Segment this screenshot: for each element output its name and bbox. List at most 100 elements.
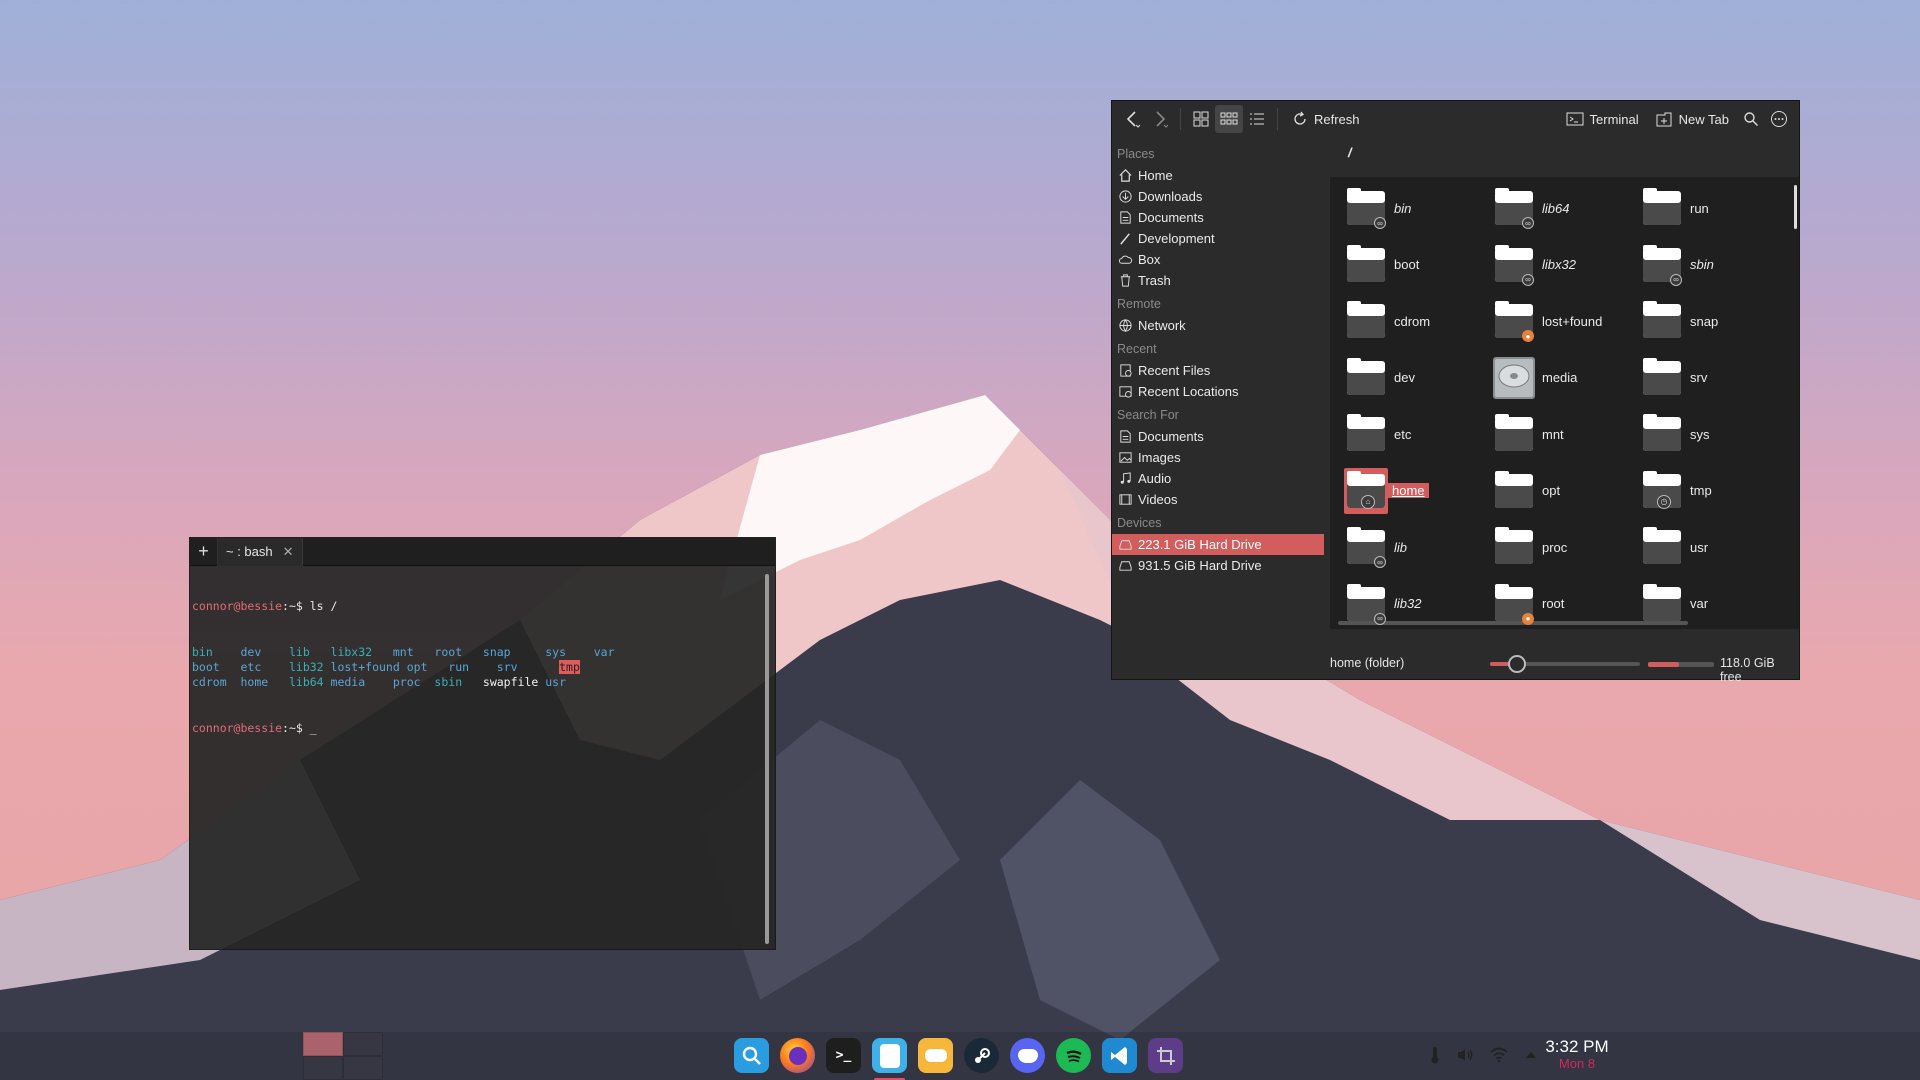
sidebar-item-931-5-gib-hard-drive[interactable]: 931.5 GiB Hard Drive (1112, 555, 1330, 576)
sidebar-item-videos[interactable]: Videos (1112, 489, 1330, 510)
ls-entry: lib64 (288, 675, 324, 690)
sidebar-heading: Recent (1117, 342, 1157, 356)
terminal-output[interactable]: connor@bessie:~$ ls / bin dev lib libx32… (190, 566, 775, 770)
file-item[interactable]: ∞ bin (1330, 185, 1478, 231)
ls-entry: run (448, 660, 470, 675)
file-item[interactable]: boot (1330, 242, 1478, 288)
folder-icon (1344, 242, 1388, 288)
compact-view-button[interactable] (1215, 105, 1243, 133)
file-item[interactable]: ∞ lib32 (1330, 581, 1478, 627)
new-tab-button[interactable]: + (190, 537, 218, 566)
search-app-launcher[interactable] (734, 1038, 769, 1073)
chevron-up-icon[interactable] (1524, 1049, 1538, 1061)
link-emblem-icon: ∞ (1374, 612, 1386, 625)
open-terminal-button[interactable]: Terminal (1558, 105, 1647, 133)
search-icon (1744, 112, 1758, 126)
refresh-button[interactable]: Refresh (1284, 105, 1368, 133)
zoom-slider[interactable] (1490, 655, 1640, 673)
file-item[interactable]: opt (1478, 468, 1626, 514)
file-item[interactable]: snap (1626, 298, 1774, 344)
file-grid[interactable]: ∞ bin boot cdrom dev etc ⌂ home ∞ lib ∞ lib32 ∞ lib64… (1330, 177, 1799, 629)
ls-entry: home (240, 675, 269, 690)
firefox-launcher[interactable] (780, 1038, 815, 1073)
file-item[interactable]: sys (1626, 411, 1774, 457)
trash-icon (1120, 274, 1131, 287)
sidebar-item-development[interactable]: Development (1112, 228, 1330, 249)
file-item-label: opt (1542, 483, 1561, 498)
sidebar-heading: Search For (1117, 408, 1179, 422)
sidebar-item-network[interactable]: Network (1112, 315, 1330, 336)
sidebar-heading: Remote (1117, 297, 1161, 311)
sidebar-item-audio[interactable]: Audio (1112, 468, 1330, 489)
file-manager-window[interactable]: Refresh Terminal New Tab Places Home Downl… (1111, 100, 1800, 684)
file-item[interactable]: run (1626, 185, 1774, 231)
file-item[interactable]: proc (1478, 524, 1626, 570)
document-icon (1120, 211, 1131, 224)
zoom-slider-handle[interactable] (1508, 655, 1526, 673)
vscode-launcher[interactable] (1102, 1038, 1137, 1073)
discord-launcher[interactable] (1010, 1038, 1045, 1073)
places-sidebar: Places Home Downloads Documents Development B… (1112, 137, 1330, 649)
file-item[interactable]: ∞ libx32 (1478, 242, 1626, 288)
refresh-icon (1294, 111, 1306, 125)
volume-icon[interactable] (1456, 1047, 1474, 1063)
sidebar-item-images[interactable]: Images (1112, 447, 1330, 468)
music-icon (1120, 472, 1131, 484)
icon-view-button[interactable] (1187, 105, 1215, 133)
file-item[interactable]: srv (1626, 355, 1774, 401)
thermometer-icon[interactable] (1430, 1046, 1440, 1064)
spotify-icon (1066, 1050, 1082, 1062)
sidebar-item-trash[interactable]: Trash (1112, 270, 1330, 291)
terminal-tab[interactable]: ~ : bash ✕ (218, 537, 303, 566)
folder-icon (1640, 355, 1684, 401)
workspace-pager[interactable] (303, 1032, 383, 1080)
location-path[interactable]: / (1330, 137, 1799, 165)
terminal-launcher[interactable]: >_ (826, 1038, 861, 1073)
forward-button[interactable] (1146, 105, 1174, 133)
file-item[interactable]: media (1478, 355, 1626, 401)
menu-button[interactable] (1765, 105, 1793, 133)
clock[interactable]: 3:32 PM Mon 8 (1542, 1037, 1612, 1071)
sidebar-item-recent-files[interactable]: Recent Files (1112, 360, 1330, 381)
workspace-4[interactable] (343, 1056, 383, 1080)
sidebar-item-223-1-gib-hard-drive[interactable]: 223.1 GiB Hard Drive (1112, 534, 1324, 555)
sidebar-item-box[interactable]: Box (1112, 249, 1330, 270)
file-item[interactable]: ∞ sbin (1626, 242, 1774, 288)
new-tab-button[interactable]: New Tab (1647, 105, 1737, 133)
steam-launcher[interactable] (964, 1038, 999, 1073)
files-launcher[interactable] (872, 1038, 907, 1080)
file-item[interactable]: usr (1626, 524, 1774, 570)
sidebar-item-downloads[interactable]: Downloads (1112, 186, 1330, 207)
file-item[interactable]: ● lost+found (1478, 298, 1626, 344)
games-launcher[interactable] (918, 1038, 953, 1073)
close-tab-icon[interactable]: ✕ (283, 544, 294, 560)
file-item[interactable]: etc (1330, 411, 1478, 457)
file-item-label: etc (1394, 426, 1412, 442)
vertical-scrollbar[interactable] (1794, 185, 1797, 229)
file-item[interactable]: cdrom (1330, 298, 1478, 344)
file-item[interactable]: ∞ lib (1330, 524, 1478, 570)
workspace-1[interactable] (303, 1032, 343, 1056)
lock-emblem-icon: ● (1522, 612, 1534, 625)
search-button[interactable] (1737, 105, 1765, 133)
sidebar-item-home[interactable]: Home (1112, 165, 1330, 186)
back-button[interactable] (1118, 105, 1146, 133)
file-item[interactable]: var (1626, 581, 1774, 627)
file-item[interactable]: ● root (1478, 581, 1626, 627)
wifi-icon[interactable] (1490, 1047, 1508, 1063)
sidebar-item-recent-locations[interactable]: Recent Locations (1112, 381, 1330, 402)
terminal-scrollbar[interactable] (765, 574, 769, 944)
spotify-launcher[interactable] (1056, 1038, 1091, 1073)
file-item[interactable]: ◷ tmp (1626, 468, 1774, 514)
list-view-button[interactable] (1243, 105, 1271, 133)
file-item[interactable]: ∞ lib64 (1478, 185, 1626, 231)
file-item[interactable]: mnt (1478, 411, 1626, 457)
sidebar-item-documents[interactable]: Documents (1112, 426, 1330, 447)
workspace-3[interactable] (303, 1056, 343, 1080)
sidebar-item-documents[interactable]: Documents (1112, 207, 1330, 228)
workspace-2[interactable] (343, 1032, 383, 1056)
screenshot-launcher[interactable] (1148, 1038, 1183, 1073)
file-item[interactable]: dev (1330, 355, 1478, 401)
file-item[interactable]: ⌂ home (1330, 467, 1478, 514)
terminal-window[interactable]: + ~ : bash ✕ connor@bessie:~$ ls / bin d… (189, 537, 776, 950)
